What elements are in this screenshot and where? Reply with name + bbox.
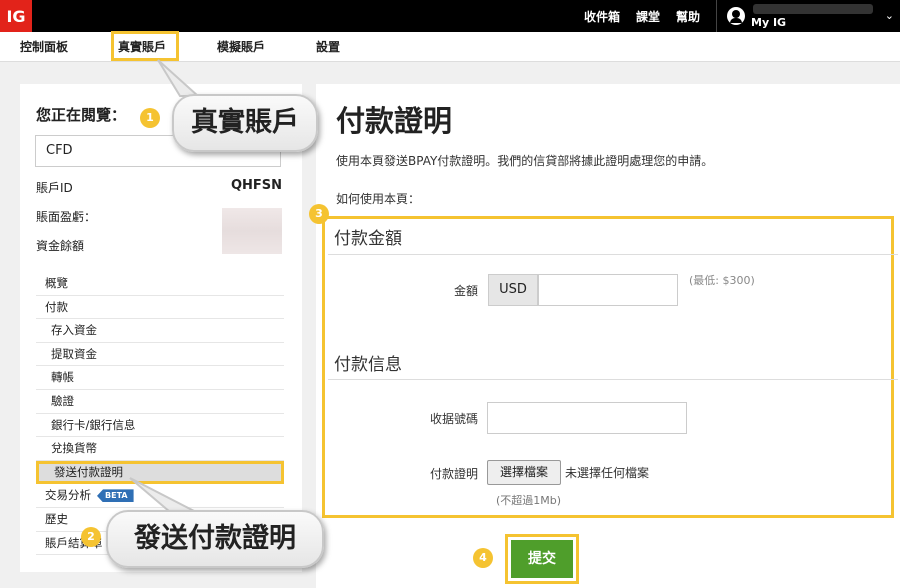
sidebar-item-transfer[interactable]: 轉帳: [36, 366, 284, 390]
tab-dashboard[interactable]: 控制面板: [20, 32, 68, 62]
callout-live-account: 真實賬戶: [172, 94, 318, 152]
howto-link[interactable]: 如何使用本頁：: [336, 190, 420, 207]
chevron-down-icon[interactable]: ⌄: [885, 9, 894, 22]
account-menu[interactable]: My IG ⌄: [716, 0, 900, 32]
blurred-account-name: [753, 4, 873, 14]
step-badge-4: 4: [473, 548, 493, 568]
top-links: 收件箱 課堂 幫助: [584, 0, 700, 32]
currency-addon: USD: [488, 274, 538, 306]
proof-label: 付款證明: [429, 467, 478, 481]
top-bar: IG 收件箱 課堂 幫助 My IG ⌄: [0, 0, 900, 32]
blurred-values: [222, 208, 282, 254]
pnl-label: 賬面盈虧：: [36, 210, 97, 224]
sidebar-item-withdraw[interactable]: 提取資金: [36, 343, 284, 367]
page-title: 付款證明: [336, 104, 453, 138]
user-icon: [727, 7, 745, 25]
file-status: 未選擇任何檔案: [565, 466, 650, 480]
beta-badge: BETA: [97, 489, 134, 503]
tab-settings[interactable]: 設置: [316, 32, 340, 62]
amount-section-title: 付款金額: [334, 229, 402, 249]
sidebar-item-trade-analytics[interactable]: 交易分析 BETA: [36, 484, 284, 508]
step-badge-1: 1: [140, 108, 160, 128]
step-badge-3: 3: [309, 204, 329, 224]
courses-link[interactable]: 課堂: [636, 8, 660, 25]
balance-label: 資金餘額: [36, 239, 85, 253]
main-panel: 付款證明 使用本頁發送BPAY付款證明。我們的信貸部將據此證明處理您的申請。 如…: [316, 84, 900, 588]
amount-input[interactable]: [538, 274, 678, 306]
live-account-highlight: [111, 31, 179, 61]
sidebar: 您正在閱覽： CFD 賬戶ID QHFSN 賬面盈虧： 資金餘額 概覽 付款 存…: [20, 84, 302, 572]
page-description: 使用本頁發送BPAY付款證明。我們的信貸部將據此證明處理您的申請。: [336, 154, 714, 168]
account-label: My IG: [751, 16, 787, 29]
sidebar-item-deposit[interactable]: 存入資金: [36, 319, 284, 343]
sidebar-item-overview[interactable]: 概覽: [36, 272, 284, 296]
sidebar-item-verification[interactable]: 驗證: [36, 390, 284, 414]
amount-label: 金額: [453, 284, 478, 298]
sidebar-item-payments[interactable]: 付款: [36, 296, 284, 320]
inbox-link[interactable]: 收件箱: [584, 8, 620, 25]
sidebar-item-payment-proof[interactable]: 發送付款證明: [36, 460, 284, 485]
step-badge-2: 2: [81, 527, 101, 547]
account-id-label: 賬戶ID: [36, 181, 73, 195]
receipt-number-input[interactable]: [487, 402, 687, 434]
viewing-label: 您正在閱覽：: [36, 106, 127, 124]
ig-logo[interactable]: IG: [0, 0, 32, 32]
choose-file-button[interactable]: 選擇檔案: [487, 460, 561, 485]
divider: [328, 254, 898, 255]
minimum-note: (最低: $300): [689, 274, 755, 287]
sidebar-item-currency-exchange[interactable]: 兌換貨幣: [36, 437, 284, 461]
help-link[interactable]: 幫助: [676, 8, 700, 25]
divider: [328, 379, 898, 380]
submit-button[interactable]: 提交: [511, 540, 573, 578]
callout-payment-proof: 發送付款證明: [106, 510, 324, 568]
tab-demo-account[interactable]: 模擬賬戶: [217, 32, 265, 62]
account-id-value: QHFSN: [230, 178, 282, 193]
submit-highlight: 提交: [505, 534, 579, 584]
file-size-note: (不超過1Mb): [496, 494, 562, 507]
info-section-title: 付款信息: [334, 355, 402, 375]
sidebar-item-bank-card[interactable]: 銀行卡/銀行信息: [36, 414, 284, 438]
receipt-label: 收据號碼: [429, 412, 478, 426]
